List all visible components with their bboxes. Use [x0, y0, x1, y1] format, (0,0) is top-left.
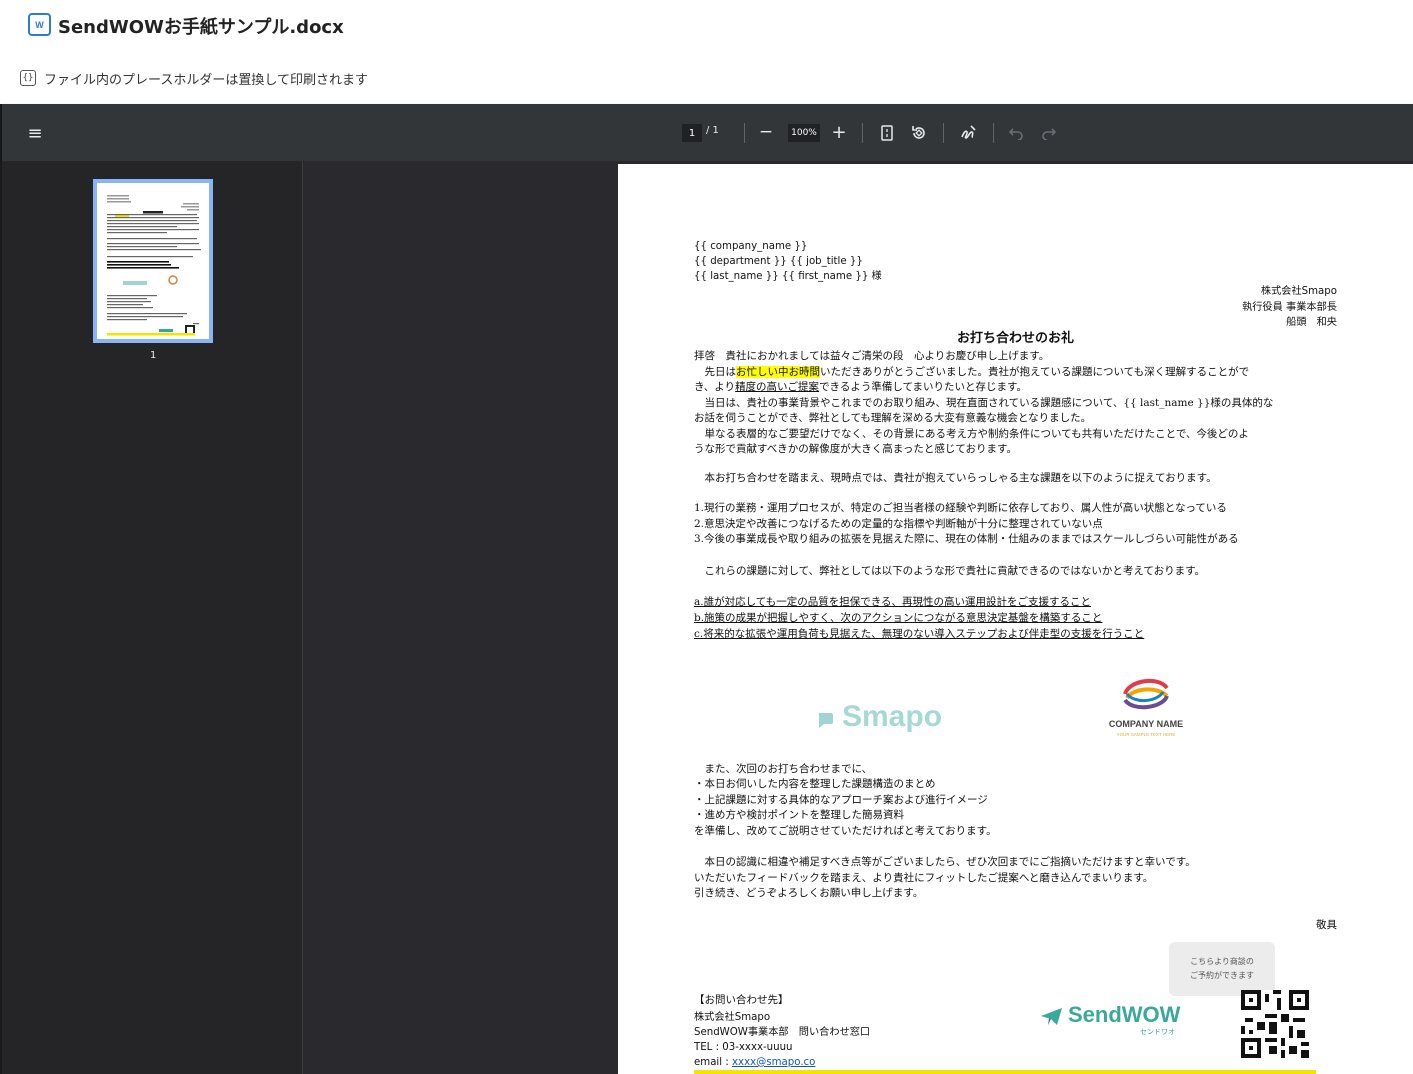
- toolbar-divider: [993, 123, 994, 143]
- paragraph-line: お話を伺うことができ、弊社としても理解を深める大変有意義な機会となりました。: [694, 412, 1092, 424]
- qr-code[interactable]: [1241, 990, 1309, 1064]
- paragraph-line: うな形で貢献すべきかの解像度が大きく高まったと感じております。: [694, 443, 1017, 455]
- paragraph-line: 当日は、貴社の事業背景やこれまでのお取り組み、現在直面されている課題感について、…: [694, 397, 1274, 409]
- page-thumbnail[interactable]: [93, 179, 213, 343]
- contact-email-link[interactable]: xxxx@smapo.co: [732, 1057, 815, 1068]
- text-span: き、より: [694, 381, 736, 393]
- title-bar: W SendWOWお手紙サンプル.docx: [0, 0, 1413, 52]
- address-line-3: {{ last_name }} {{ first_name }} 様: [694, 271, 882, 282]
- sender-title: 執行役員 事業本部長: [1242, 302, 1337, 313]
- paragraph-line: 先日はお忙しい中お時間いただきありがとうございました。貴社が抱えている課題につい…: [694, 365, 1249, 381]
- sendwow-logo-kana: センドワオ: [1140, 1028, 1175, 1036]
- paragraph-line: 引き続き、どうぞよろしくお願い申し上げます。: [694, 887, 924, 899]
- undo-icon[interactable]: [1005, 122, 1027, 144]
- paragraph-line: 本日の認識に相違や補足すべき点等がございましたら、ぜひ次回までにご指摘いただけま…: [694, 856, 1196, 868]
- page-total: / 1: [706, 125, 719, 136]
- thumbnail-page-number: 1: [150, 350, 157, 361]
- underlined-text: 精度の高いご提案: [735, 381, 820, 393]
- list-item: ・進め方や検討ポイントを整理した簡易資料: [694, 809, 904, 821]
- word-file-icon: W: [28, 13, 51, 36]
- text-span: いただきありがとうございました。貴社が抱えている課題についても深く理解することが…: [820, 366, 1250, 378]
- zoom-in-button[interactable]: +: [828, 121, 850, 143]
- contact-title: 【お問い合わせ先】: [694, 994, 789, 1006]
- contact-phone: TEL : 03-xxxx-uuuu: [694, 1042, 793, 1053]
- paragraph-line: を準備し、改めてご説明させていただければと考えております。: [694, 825, 997, 837]
- address-line-2: {{ department }} {{ job_title }}: [694, 256, 863, 267]
- paragraph-line: また、次回のお打ち合わせまでに、: [694, 763, 873, 775]
- highlighted-footer-line: [694, 1070, 1316, 1074]
- sendwow-logo: SendWOW センドワオ: [1038, 1002, 1184, 1040]
- smapo-logo-text: Smapo: [842, 700, 943, 733]
- list-item: ・本日お伺いした内容を整理した課題構造のまとめ: [694, 778, 936, 790]
- paragraph-line: き、より精度の高いご提案できるよう準備してまいりたいと存じます。: [694, 380, 1027, 396]
- closing-text: 敬具: [1316, 919, 1337, 931]
- redo-icon[interactable]: [1038, 122, 1060, 144]
- paragraph-line: 拝啓 貴社におかれましては益々ご清栄の段 心よりお慶び申し上げます。: [694, 350, 1050, 362]
- rotate-icon[interactable]: [908, 122, 930, 144]
- qr-callout-line: ご予約ができます: [1190, 971, 1254, 980]
- text-span: できるよう準備してまいりたいと存じます。: [819, 381, 1027, 393]
- contact-email-row: email : xxxx@smapo.co: [694, 1055, 815, 1071]
- qr-callout-line: こちらより商談の: [1190, 957, 1254, 966]
- text-span: 先日は: [694, 366, 736, 378]
- app-window: W SendWOWお手紙サンプル.docx {} ファイル内のプレースホルダーは…: [0, 0, 1413, 1074]
- toolbar-divider: [744, 123, 745, 143]
- issue-item: 3.今後の事業成長や取り組みの拡張を見据えた際に、現在の体制・仕組みのままではス…: [694, 533, 1239, 545]
- fit-page-icon[interactable]: [876, 122, 898, 144]
- document-page: {{ company_name }} {{ department }} {{ j…: [618, 164, 1413, 1074]
- contact-company: 株式会社Smapo: [694, 1012, 771, 1023]
- paragraph-line: これらの課題に対して、弊社としては以下のような形で貴社に貢献できるのではないかと…: [694, 565, 1206, 577]
- sender-company: 株式会社Smapo: [1260, 286, 1337, 297]
- placeholder-notice-text: ファイル内のプレースホルダーは置換して印刷されます: [44, 72, 368, 88]
- issue-item: 1.現行の業務・運用プロセスが、特定のご担当者様の経験や判断に依存しており、属人…: [694, 502, 1227, 514]
- placeholder-notice: {} ファイル内のプレースホルダーは置換して印刷されます: [20, 68, 368, 88]
- menu-icon[interactable]: ≡: [24, 122, 46, 144]
- proposal-item: b.施策の成果が把握しやすく、次のアクションにつながる意思決定基盤を構築すること: [694, 612, 1103, 624]
- company-logo-name: COMPANY NAME: [1108, 719, 1184, 729]
- zoom-out-button[interactable]: −: [755, 121, 777, 143]
- letter-heading: お打ち合わせのお礼: [956, 331, 1074, 346]
- paragraph-line: 本お打ち合わせを踏まえ、現時点では、貴社が抱えていらっしゃる主な課題を以下のよう…: [694, 472, 1217, 484]
- placeholder-icon: {}: [20, 70, 36, 86]
- proposal-item: a.誰が対応しても一定の品質を担保できる、再現性の高い運用設計をご支援すること: [694, 596, 1092, 608]
- annotate-icon[interactable]: [958, 122, 980, 144]
- paragraph-line: いただいたフィードバックを踏まえ、より貴社にフィットしたご提案へと磨き込んでまい…: [694, 872, 1154, 884]
- toolbar-divider: [943, 123, 944, 143]
- issue-item: 2.意思決定や改善につなげるための定量的な指標や判断軸が十分に整理されていない点: [694, 518, 1103, 530]
- address-line-1: {{ company_name }}: [694, 241, 808, 252]
- zoom-input[interactable]: 100%: [788, 124, 820, 142]
- qr-callout: こちらより商談の ご予約ができます: [1169, 942, 1275, 996]
- contact-email-label: email :: [694, 1057, 733, 1068]
- document-title: SendWOWお手紙サンプル.docx: [58, 17, 344, 38]
- highlighted-text: お忙しい中お時間: [736, 366, 820, 378]
- page-number-input[interactable]: 1: [682, 124, 702, 142]
- sendwow-logo-text: SendWOW: [1068, 1002, 1181, 1027]
- paragraph-line: 単なる表層的なご要望だけでなく、その背景にある考え方や制約条件についても共有いた…: [694, 428, 1249, 440]
- viewer-toolbar: ≡ 1 / 1 − 100% +: [2, 104, 1413, 161]
- company-logo: COMPANY NAME YOUR SAMPLE TEXT HERE: [1104, 674, 1188, 744]
- sender-name: 船頭 和央: [1286, 317, 1337, 328]
- proposal-item: c.将来的な拡張や運用負荷も見据えた、無理のない導入ステップおよび伴走型の支援を…: [694, 628, 1145, 640]
- toolbar-divider: [862, 123, 863, 143]
- list-item: ・上記課題に対する具体的なアプローチ案および進行イメージ: [694, 794, 988, 806]
- thumbnail-sidebar: 1: [2, 161, 303, 1074]
- company-logo-tagline: YOUR SAMPLE TEXT HERE: [1116, 732, 1176, 737]
- contact-department: SendWOW事業本部 問い合わせ窓口: [694, 1027, 871, 1038]
